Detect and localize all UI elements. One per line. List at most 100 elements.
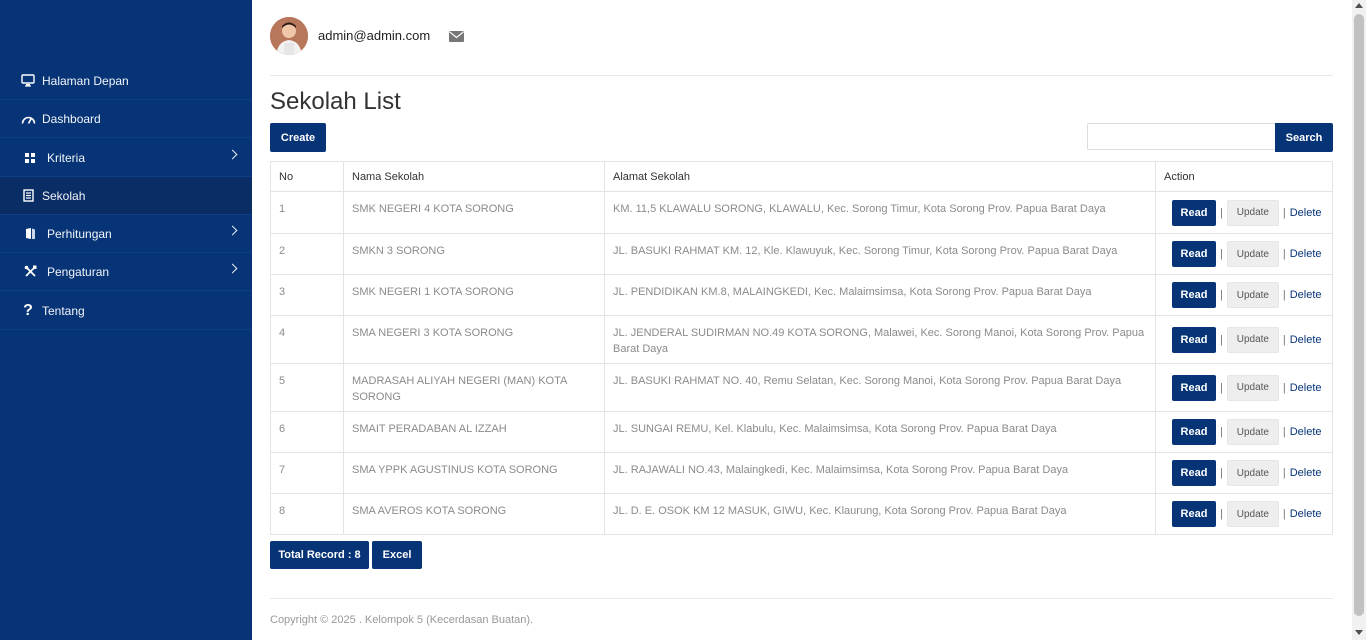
cell-nama-sekolah: SMA AVEROS KOTA SORONG <box>343 493 605 535</box>
search-input[interactable] <box>1087 123 1275 150</box>
action-separator: | <box>1282 206 1286 219</box>
table-row: 5 MADRASAH ALIYAH NEGERI (MAN) KOTA SORON… <box>270 363 1333 412</box>
cell-nama-sekolah: MADRASAH ALIYAH NEGERI (MAN) KOTA SORONG <box>343 363 605 412</box>
tools-icon <box>22 264 38 280</box>
action-separator: | <box>1220 426 1223 438</box>
update-button[interactable]: Update <box>1226 326 1279 353</box>
sidebar-item-kriteria[interactable]: Kriteria <box>0 139 252 177</box>
cell-nama-sekolah: SMKN 3 SORONG <box>343 233 605 275</box>
monitor-icon <box>20 73 36 89</box>
cell-action: Read | Update | Delete <box>1155 493 1333 535</box>
read-button[interactable]: Read <box>1172 282 1216 308</box>
sidebar-item-label: Pengaturan <box>47 264 110 279</box>
update-button[interactable]: Update <box>1226 241 1279 267</box>
read-button[interactable]: Read <box>1172 501 1216 527</box>
cell-nama-sekolah: SMAIT PERADABAN AL IZZAH <box>343 411 605 453</box>
action-separator: | <box>1220 248 1223 260</box>
sidebar-item-tentang[interactable]: ? Tentang <box>0 292 252 330</box>
table-row: 8 SMA AVEROS KOTA SORONG JL. D. E. OSOK KM… <box>270 493 1333 535</box>
table-header-row: No Nama Sekolah Alamat Sekolah Action <box>270 161 1333 192</box>
read-button[interactable]: Read <box>1172 199 1216 226</box>
action-separator: | <box>1220 467 1223 479</box>
update-button[interactable]: Update <box>1226 460 1279 486</box>
sidebar-item-halaman-depan[interactable]: Halaman Depan <box>0 62 252 100</box>
user-email: admin@admin.com <box>318 28 431 43</box>
update-button[interactable]: Update <box>1226 374 1279 401</box>
user-avatar[interactable] <box>270 17 308 55</box>
action-separator: | <box>1220 508 1223 520</box>
cell-no: 3 <box>270 274 344 316</box>
sidebar-item-label: Sekolah <box>42 188 86 203</box>
cell-alamat-sekolah: JL. RAJAWALI NO.43, Malaingkedi, Kec. Ma… <box>604 452 1156 494</box>
chevron-right-icon <box>227 149 238 160</box>
scrollbar-thumb[interactable] <box>1354 14 1364 616</box>
main-content: admin@admin.com Sekolah List Create Sear… <box>252 0 1352 640</box>
vertical-scrollbar[interactable] <box>1352 0 1366 640</box>
page-title: Sekolah List <box>270 88 401 115</box>
sidebar-item-label: Perhitungan <box>47 226 112 241</box>
header-divider <box>270 75 1333 76</box>
cell-no: 2 <box>270 233 344 275</box>
delete-link[interactable]: Delete <box>1290 205 1322 221</box>
action-separator: | <box>1282 426 1286 438</box>
delete-link[interactable]: Delete <box>1290 380 1322 396</box>
sidebar-item-pengaturan[interactable]: Pengaturan <box>0 253 252 291</box>
delete-link[interactable]: Delete <box>1290 332 1322 348</box>
mail-icon[interactable] <box>449 31 464 45</box>
table-row: 7 SMA YPPK AGUSTINUS KOTA SORONG JL. RAJAW… <box>270 452 1333 494</box>
column-header-no: No <box>270 161 344 192</box>
read-button[interactable]: Read <box>1172 241 1216 267</box>
question-icon: ? <box>23 301 33 319</box>
sidebar-item-label: Tentang <box>42 303 85 318</box>
book-icon <box>22 226 38 242</box>
sidebar-item-perhitungan[interactable]: Perhitungan <box>0 215 252 253</box>
column-header-nama-sekolah: Nama Sekolah <box>343 161 605 192</box>
cell-action: Read | Update | Delete <box>1155 411 1333 453</box>
cell-no: 1 <box>270 191 344 234</box>
update-button[interactable]: Update <box>1226 199 1279 226</box>
table-row: 1 SMK NEGERI 4 KOTA SORONG KM. 11,5 KLAWAL… <box>270 191 1333 234</box>
cell-nama-sekolah: SMA NEGERI 3 KOTA SORONG <box>343 315 605 364</box>
grid-icon <box>22 150 38 166</box>
scroll-down-arrow-icon[interactable] <box>1355 630 1363 635</box>
cell-alamat-sekolah: JL. SUNGAI REMU, Kel. Klabulu, Kec. Mala… <box>604 411 1156 453</box>
delete-link[interactable]: Delete <box>1290 287 1322 303</box>
table-row: 2 SMKN 3 SORONG JL. BASUKI RAHMAT KM. 12, … <box>270 233 1333 275</box>
total-record-button[interactable]: Total Record : 8 <box>270 541 369 569</box>
update-button[interactable]: Update <box>1226 282 1279 308</box>
sidebar-item-label: Dashboard <box>42 111 101 126</box>
read-button[interactable]: Read <box>1172 419 1216 445</box>
cell-action: Read | Update | Delete <box>1155 452 1333 494</box>
delete-link[interactable]: Delete <box>1290 246 1322 262</box>
dashboard-gauge-icon <box>20 111 36 127</box>
sidebar: Halaman Depan Dashboard Kriteria Sekolah… <box>0 0 252 640</box>
action-separator: | <box>1282 333 1286 346</box>
read-button[interactable]: Read <box>1172 326 1216 353</box>
delete-link[interactable]: Delete <box>1290 465 1322 481</box>
action-separator: | <box>1220 206 1223 219</box>
chevron-right-icon <box>227 225 238 236</box>
sidebar-item-label: Kriteria <box>47 150 86 165</box>
cell-alamat-sekolah: KM. 11,5 KLAWALU SORONG, KLAWALU, Kec. S… <box>604 191 1156 234</box>
document-icon <box>20 188 36 204</box>
update-button[interactable]: Update <box>1226 501 1279 527</box>
cell-alamat-sekolah: JL. PENDIDIKAN KM.8, MALAINGKEDI, Kec. M… <box>604 274 1156 316</box>
sidebar-item-sekolah[interactable]: Sekolah <box>0 177 252 215</box>
delete-link[interactable]: Delete <box>1290 424 1322 440</box>
sidebar-item-label: Halaman Depan <box>42 73 129 88</box>
read-button[interactable]: Read <box>1172 374 1216 401</box>
excel-export-button[interactable]: Excel <box>372 541 422 569</box>
read-button[interactable]: Read <box>1172 460 1216 486</box>
cell-no: 6 <box>270 411 344 453</box>
create-button[interactable]: Create <box>270 123 326 152</box>
update-button[interactable]: Update <box>1226 419 1279 445</box>
delete-link[interactable]: Delete <box>1290 506 1322 522</box>
scroll-up-arrow-icon[interactable] <box>1355 3 1363 8</box>
footer-copyright: Copyright © 2025 . Kelompok 5 (Kecerdasa… <box>270 614 534 626</box>
cell-alamat-sekolah: JL. BASUKI RAHMAT KM. 12, Kle. Klawuyuk,… <box>604 233 1156 275</box>
sidebar-item-dashboard[interactable]: Dashboard <box>0 100 252 138</box>
cell-action: Read | Update | Delete <box>1155 191 1333 234</box>
table-row: 3 SMK NEGERI 1 KOTA SORONG JL. PENDIDIKAN … <box>270 274 1333 316</box>
table-row: 6 SMAIT PERADABAN AL IZZAH JL. SUNGAI REMU… <box>270 411 1333 453</box>
search-button[interactable]: Search <box>1275 123 1333 152</box>
